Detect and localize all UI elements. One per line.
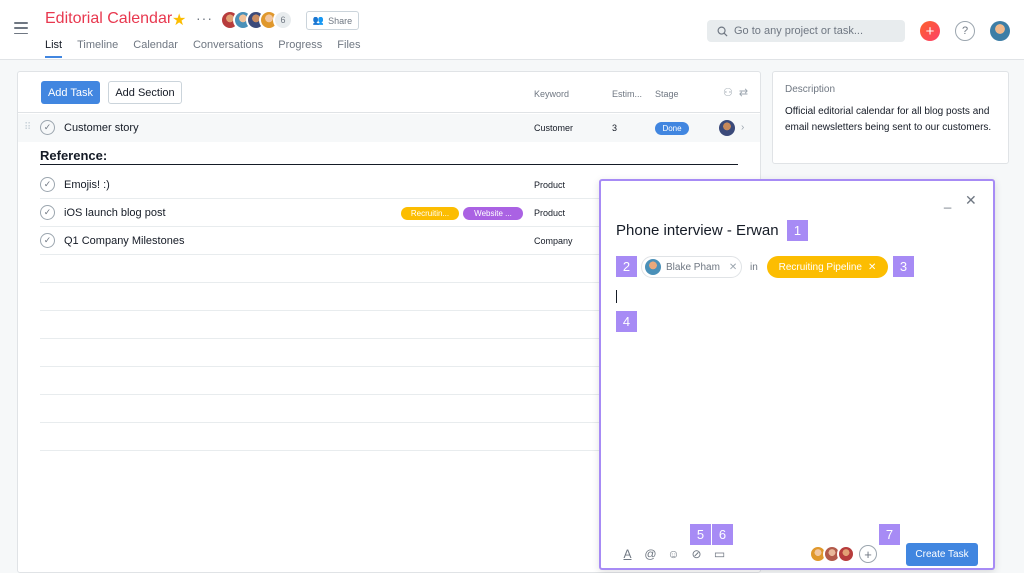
description-title: Description	[785, 84, 836, 95]
annotation-badge: 3	[893, 256, 914, 277]
annotation-badge: 7	[879, 524, 900, 545]
due-date-icon[interactable]: ▭	[713, 547, 726, 561]
remove-assignee-icon[interactable]: ✕	[729, 262, 737, 273]
task-name[interactable]: iOS launch blog post	[64, 207, 166, 219]
complete-check-icon[interactable]: ✓	[40, 205, 55, 220]
collaborators: +	[809, 545, 877, 563]
text-format-icon[interactable]: A	[621, 547, 634, 561]
share-button[interactable]: 👥 Share	[306, 11, 359, 30]
task-keyword: Customer	[534, 123, 574, 133]
table-row[interactable]: ⠿ ✓ Customer story Customer 3 Done ›	[18, 114, 760, 142]
description-body[interactable]: Official editorial calendar for all blog…	[785, 104, 996, 136]
favorite-star-icon[interactable]: ★	[172, 10, 186, 30]
quick-add-button[interactable]: +	[920, 21, 940, 41]
more-options-icon[interactable]: ···	[196, 10, 213, 26]
top-bar: Editorial Calendar ★ ··· 6 👥 Share List …	[0, 0, 1024, 60]
divider	[18, 112, 760, 113]
column-keyword[interactable]: Keyword	[534, 89, 569, 99]
section-title[interactable]: Reference:	[40, 148, 107, 163]
close-icon[interactable]: ✕	[965, 192, 977, 209]
member-count: 6	[273, 10, 293, 30]
tab-progress[interactable]: Progress	[278, 39, 322, 58]
assignee-icon[interactable]: ⚇	[723, 86, 733, 99]
mention-icon[interactable]: @	[644, 547, 657, 561]
annotation-badge: 6	[712, 524, 733, 545]
annotation-badge: 2	[616, 256, 637, 277]
column-estimate[interactable]: Estim...	[612, 89, 642, 99]
search-bar[interactable]	[707, 20, 905, 42]
hamburger-menu-icon[interactable]	[14, 22, 28, 34]
column-tools: ⚇ ⇄	[723, 86, 748, 99]
annotation-badge: 4	[616, 311, 637, 332]
user-avatar[interactable]	[990, 21, 1010, 41]
tab-files[interactable]: Files	[337, 39, 360, 58]
project-chip[interactable]: Recruiting Pipeline ✕	[767, 256, 888, 278]
annotation-badge: 5	[690, 524, 711, 545]
project-members[interactable]: 6	[220, 10, 293, 30]
drag-handle-icon[interactable]: ⠿	[24, 122, 31, 133]
column-stage[interactable]: Stage	[655, 89, 679, 99]
sort-icon[interactable]: ⇄	[739, 86, 748, 99]
collaborator-avatar[interactable]	[837, 545, 855, 563]
tab-conversations[interactable]: Conversations	[193, 39, 263, 58]
help-button[interactable]: ?	[955, 21, 975, 41]
complete-check-icon[interactable]: ✓	[40, 233, 55, 248]
tab-list[interactable]: List	[45, 39, 63, 58]
annotation-badge: 1	[787, 220, 808, 241]
task-estimate: 3	[612, 123, 618, 133]
assignee-name: Blake Pham	[666, 261, 720, 273]
new-task-dialog: _ ✕ Phone interview - Erwan 1 2 Blake Ph…	[599, 179, 995, 570]
share-label: Share	[328, 15, 353, 26]
minimize-icon[interactable]: _	[944, 194, 951, 209]
add-section-button[interactable]: Add Section	[108, 81, 182, 104]
project-name: Recruiting Pipeline	[778, 261, 862, 273]
assignee-chip[interactable]: Blake Pham ✕	[641, 256, 742, 278]
add-task-button[interactable]: Add Task	[41, 81, 100, 104]
assignee-avatar	[645, 259, 661, 275]
task-name[interactable]: Emojis! :)	[64, 179, 110, 191]
emoji-icon[interactable]: ☺	[667, 547, 680, 561]
people-icon: 👥	[312, 15, 325, 25]
tab-calendar[interactable]: Calendar	[133, 39, 178, 58]
task-name[interactable]: Q1 Company Milestones	[64, 235, 184, 247]
search-icon	[717, 26, 728, 37]
complete-check-icon[interactable]: ✓	[40, 120, 55, 135]
description-cursor[interactable]	[616, 290, 617, 303]
tag-recruiting[interactable]: Recruitin...	[401, 207, 459, 220]
stage-badge: Done	[655, 122, 689, 135]
project-title[interactable]: Editorial Calendar	[45, 10, 172, 28]
remove-project-icon[interactable]: ✕	[868, 262, 876, 273]
task-title-field[interactable]: Phone interview - Erwan	[616, 222, 779, 239]
chevron-right-icon[interactable]: ›	[741, 122, 744, 133]
description-panel[interactable]: Description Official editorial calendar …	[772, 71, 1009, 164]
add-collaborator-icon[interactable]: +	[859, 545, 877, 563]
tag-website[interactable]: Website ...	[463, 207, 523, 220]
create-task-button[interactable]: Create Task	[906, 543, 978, 566]
tab-timeline[interactable]: Timeline	[77, 39, 118, 58]
task-keyword: Product	[534, 208, 566, 218]
project-tabs: List Timeline Calendar Conversations Pro…	[45, 39, 376, 58]
task-keyword: Company	[534, 236, 573, 246]
attachment-icon[interactable]: ⊘	[690, 547, 703, 561]
formatting-toolbar: A @ ☺ ⊘ ▭	[621, 547, 726, 561]
section-divider	[40, 164, 738, 165]
task-keyword: Product	[534, 180, 566, 190]
task-name[interactable]: Customer story	[64, 122, 139, 134]
search-input[interactable]	[734, 25, 894, 37]
assignee-avatar[interactable]	[719, 120, 735, 136]
in-label: in	[750, 262, 758, 273]
complete-check-icon[interactable]: ✓	[40, 177, 55, 192]
